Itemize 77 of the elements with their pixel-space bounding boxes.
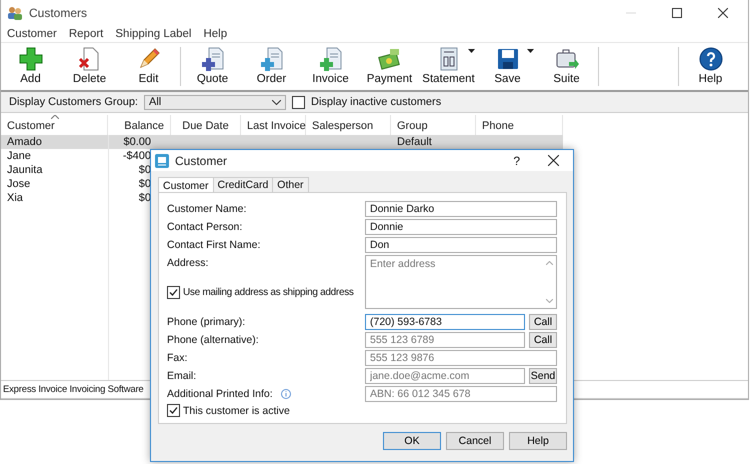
field-label: Address: [167, 257, 208, 269]
field-label: Phone (alternative): [167, 334, 259, 346]
input-field[interactable]: Donnie [365, 219, 557, 235]
order-icon [260, 47, 284, 71]
table-row[interactable]: Amado $0.00 Default [1, 135, 563, 149]
field-label: Phone (primary): [167, 316, 246, 328]
help-icon [698, 47, 722, 71]
input-field[interactable]: 555 123 6789 [365, 332, 525, 348]
dialog-button[interactable]: OK [383, 432, 441, 450]
field-label: Contact First Name: [167, 239, 260, 251]
toolbar-button[interactable]: Edit [119, 43, 178, 90]
toolbar-button[interactable]: Invoice [301, 43, 360, 90]
action-button[interactable]: Call [529, 314, 557, 330]
toolbar-button[interactable]: Statement [419, 43, 478, 90]
quote-icon [200, 47, 224, 71]
help-button[interactable]: ? [513, 154, 520, 168]
toolbar-button[interactable]: Save [478, 43, 537, 90]
menu-item[interactable]: Customer [7, 28, 57, 40]
active-checkbox[interactable] [167, 404, 180, 417]
chevron-icon[interactable] [272, 100, 281, 104]
toolbar-button[interactable]: Suite [537, 43, 596, 90]
action-button[interactable]: Call [529, 332, 557, 348]
table-cell: Default [397, 136, 432, 148]
field-label: Email: [167, 370, 196, 382]
dialog-button[interactable]: Cancel [446, 432, 504, 450]
close-icon[interactable] [718, 8, 728, 18]
toolbar-button[interactable]: Quote [183, 43, 242, 90]
status-text: Express Invoice Invoicing Software [3, 384, 144, 395]
caret-icon[interactable] [526, 49, 534, 53]
table-cell: Jose [7, 178, 30, 190]
maximize-icon[interactable] [672, 8, 682, 18]
window-title: Customers [29, 6, 88, 20]
input-field[interactable]: jane.doe@acme.com [365, 368, 525, 384]
input-field[interactable]: Don [365, 237, 557, 253]
input-field[interactable]: Donnie Darko [365, 201, 557, 217]
table-cell: Amado [7, 136, 42, 148]
toolbar-button[interactable]: Order [242, 43, 301, 90]
add-icon [18, 47, 42, 71]
table-cell: Jaunita [7, 164, 42, 176]
toolbar-button[interactable]: Payment [360, 43, 419, 90]
toolbar-button[interactable]: Delete [60, 43, 119, 90]
shipping-checkbox[interactable] [167, 286, 180, 299]
menu-item[interactable]: Report [68, 28, 104, 40]
input-field[interactable]: ABN: 66 012 345 678 [365, 386, 557, 402]
menu-item[interactable]: Shipping Label [115, 28, 192, 40]
group-dropdown[interactable]: All [144, 94, 286, 110]
info-icon[interactable] [280, 389, 291, 399]
dialog-title: Customer [175, 154, 228, 168]
table-cell: -$400 [122, 150, 151, 162]
field-label: Customer Name: [167, 203, 246, 215]
checkbox-label: This customer is active [183, 404, 290, 416]
group-label: Display Customers Group: [9, 96, 138, 108]
checkbox-label: Use mailing address as shipping address [183, 287, 354, 298]
toolbar-button[interactable]: Add [1, 43, 60, 90]
people-icon [7, 6, 23, 20]
delete-icon [78, 47, 102, 71]
invoice-icon [318, 47, 342, 71]
input-field[interactable]: (720) 593-6783 [365, 314, 525, 330]
tab[interactable]: Other [272, 177, 309, 192]
input-field[interactable]: 555 123 9876 [365, 350, 557, 366]
toolbar-button[interactable]: Help [681, 43, 740, 90]
checkbox-label: Display inactive customers [311, 96, 442, 108]
field-label: Fax: [167, 352, 188, 364]
app-icon [155, 154, 169, 168]
field-label: Additional Printed Info: [167, 388, 273, 400]
action-button[interactable]: Send [529, 368, 557, 384]
field-label: Contact Person: [167, 221, 242, 233]
caret-icon[interactable] [468, 49, 474, 53]
money-icon [378, 47, 402, 71]
table-cell: $0.00 [123, 136, 151, 148]
menu-item[interactable]: Help [203, 28, 228, 40]
close-icon[interactable] [548, 155, 559, 166]
briefcase-icon [554, 47, 578, 71]
dialog-button[interactable]: Help [509, 432, 567, 450]
tab[interactable]: Customer [158, 177, 214, 192]
table-cell: Jane [7, 150, 31, 162]
table-cell: Xia [7, 192, 23, 204]
